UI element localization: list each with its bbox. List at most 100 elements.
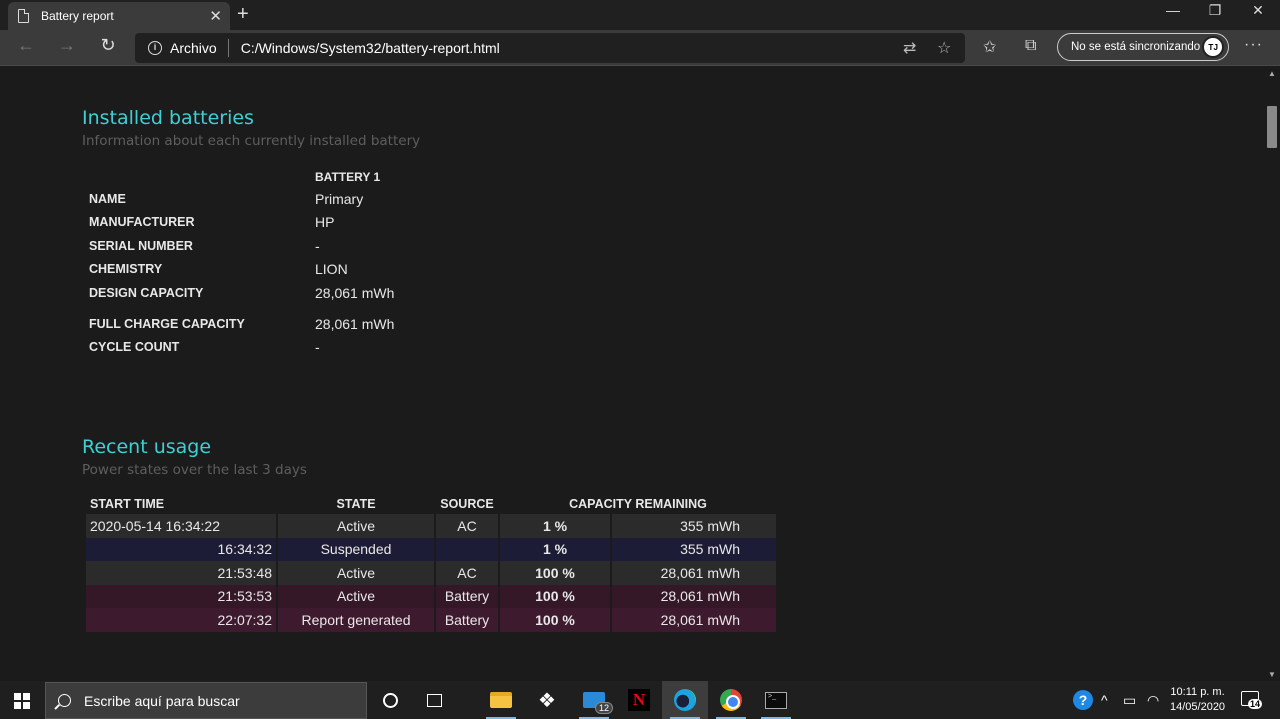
battery-field-value: LION — [315, 261, 348, 277]
cell-source: Battery — [436, 584, 498, 608]
back-arrow-icon[interactable]: ← — [13, 35, 39, 56]
battery-field-label: SERIAL NUMBER — [89, 239, 193, 253]
clock-time: 10:11 p. m. — [1170, 686, 1225, 698]
battery-field-label: FULL CHARGE CAPACITY — [89, 317, 245, 331]
terminal-icon: >_ — [765, 691, 787, 709]
scroll-down-arrow-icon[interactable]: ▼ — [1268, 670, 1276, 679]
battery-field-value: - — [315, 238, 320, 254]
table-row: 2020-05-14 16:34:22 Active AC 1 % 355 mW… — [86, 514, 776, 538]
cell-state: Active — [278, 561, 434, 585]
minimize-button[interactable]: — — [1158, 2, 1188, 18]
tab-battery-report[interactable]: Battery report ✕ — [8, 2, 230, 30]
table-row: 21:53:53 Active Battery 100 % 28,061 mWh — [86, 584, 776, 608]
clock-date: 14/05/2020 — [1170, 701, 1226, 713]
url-text[interactable]: C:/Windows/System32/battery-report.html — [241, 40, 500, 56]
battery-field-value: Primary — [315, 191, 364, 207]
cell-state: Active — [278, 514, 434, 538]
file-explorer-button[interactable] — [478, 681, 524, 719]
info-icon[interactable]: i — [148, 41, 162, 55]
cell-start-time: 16:34:32 — [86, 537, 276, 561]
task-view-button[interactable] — [411, 681, 457, 719]
taskbar-clock[interactable]: 10:11 p. m. 14/05/2020 — [1170, 685, 1225, 715]
cell-capacity-percent: 100 % — [500, 561, 610, 585]
site-info-label[interactable]: Archivo — [170, 40, 217, 56]
cell-source: AC — [436, 561, 498, 585]
show-hidden-icons-button[interactable]: ^ — [1101, 681, 1108, 719]
tab-strip: Battery report ✕ + — ❐ ✕ — [0, 0, 1280, 30]
terminal-button[interactable]: >_ — [753, 681, 799, 719]
cell-capacity-percent: 100 % — [500, 584, 610, 608]
cell-capacity-mwh: 355 mWh — [612, 537, 776, 561]
folder-icon — [490, 692, 512, 708]
favorite-star-icon[interactable]: ☆ — [937, 38, 951, 58]
cell-capacity-mwh: 28,061 mWh — [612, 561, 776, 585]
windows-start-icon[interactable] — [14, 693, 30, 709]
installed-batteries-subtitle: Information about each currently install… — [82, 133, 421, 149]
mail-button[interactable]: 12 — [571, 681, 617, 719]
cell-capacity-mwh: 355 mWh — [612, 514, 776, 538]
table-row: 21:53:48 Active AC 100 % 28,061 mWh — [86, 561, 776, 585]
close-window-button[interactable]: ✕ — [1243, 2, 1273, 19]
battery-field-label: NAME — [89, 192, 126, 206]
battery-column-header: BATTERY 1 — [315, 170, 381, 184]
recent-usage-table: START TIME STATE SOURCE CAPACITY REMAINI… — [84, 494, 778, 632]
read-aloud-icon[interactable]: ⇄ — [903, 38, 916, 58]
scroll-up-arrow-icon[interactable]: ▲ — [1268, 69, 1276, 78]
battery-row-serial: SERIAL NUMBER - — [89, 238, 489, 259]
new-tab-button[interactable]: + — [237, 3, 249, 26]
battery-row-cycle-count: CYCLE COUNT - — [89, 339, 489, 360]
battery-icon: ▭ — [1123, 691, 1137, 708]
collections-icon[interactable]: ⧉ — [1025, 37, 1036, 55]
chevron-up-icon: ^ — [1101, 692, 1108, 708]
task-view-icon — [426, 693, 442, 707]
cell-state: Active — [278, 584, 434, 608]
forward-arrow-icon[interactable]: → — [54, 35, 80, 56]
cell-start-time: 2020-05-14 16:34:22 — [86, 514, 276, 538]
vertical-scrollbar[interactable]: ▲ ▼ — [1264, 67, 1280, 681]
scroll-thumb[interactable] — [1267, 106, 1277, 148]
restore-button[interactable]: ❐ — [1200, 2, 1230, 19]
edge-button[interactable] — [662, 681, 708, 719]
cell-capacity-mwh: 28,061 mWh — [612, 608, 776, 632]
dropbox-button[interactable]: ❖ — [524, 681, 570, 719]
navigation-bar: ← → ↻ i Archivo C:/Windows/System32/batt… — [0, 30, 1280, 66]
recent-usage-heading: Recent usage — [82, 436, 212, 458]
address-bar[interactable]: i Archivo C:/Windows/System32/battery-re… — [135, 33, 965, 63]
cell-source: AC — [436, 514, 498, 538]
windows-taskbar: Escribe aquí para buscar ❖ 12 N >_ ? ^ ▭… — [0, 681, 1280, 719]
battery-field-label: CYCLE COUNT — [89, 340, 180, 354]
avatar: ᵀᴶ — [1202, 36, 1224, 58]
cell-start-time: 22:07:32 — [86, 608, 276, 632]
header-capacity-remaining: CAPACITY REMAINING — [569, 497, 707, 511]
cortana-button[interactable] — [367, 681, 413, 719]
cell-capacity-mwh: 28,061 mWh — [612, 584, 776, 608]
help-tray-button[interactable]: ? — [1073, 681, 1093, 719]
chrome-button[interactable] — [708, 681, 754, 719]
battery-tray-button[interactable]: ▭ — [1123, 681, 1136, 719]
battery-field-value: - — [315, 339, 320, 355]
page-icon — [18, 9, 29, 23]
mail-badge: 12 — [594, 702, 613, 714]
battery-field-label: MANUFACTURER — [89, 215, 195, 229]
profile-sync-button[interactable]: No se está sincronizando ᵀᴶ — [1057, 33, 1229, 61]
table-row: 16:34:32 Suspended 1 % 355 mWh — [86, 537, 776, 561]
cell-source: Battery — [436, 608, 498, 632]
chrome-icon — [720, 689, 742, 711]
battery-field-label: CHEMISTRY — [89, 262, 163, 276]
more-options-button[interactable]: ··· — [1244, 36, 1263, 54]
recent-usage-subtitle: Power states over the last 3 days — [82, 462, 307, 478]
refresh-icon[interactable]: ↻ — [95, 35, 121, 56]
cell-capacity-percent: 1 % — [500, 537, 610, 561]
cell-start-time: 21:53:48 — [86, 561, 276, 585]
tab-close-icon[interactable]: ✕ — [209, 7, 222, 25]
netflix-button[interactable]: N — [616, 681, 662, 719]
cell-state: Suspended — [278, 537, 434, 561]
header-start-time: START TIME — [90, 497, 165, 511]
header-state: STATE — [336, 497, 376, 511]
battery-field-value: HP — [315, 214, 335, 230]
sync-status-label: No se está sincronizando — [1071, 41, 1201, 53]
cell-start-time: 21:53:53 — [86, 584, 276, 608]
favorites-list-icon[interactable]: ✩ — [983, 37, 996, 57]
wifi-tray-button[interactable]: ◠ — [1147, 681, 1159, 719]
taskbar-search-box[interactable]: Escribe aquí para buscar — [45, 682, 367, 719]
